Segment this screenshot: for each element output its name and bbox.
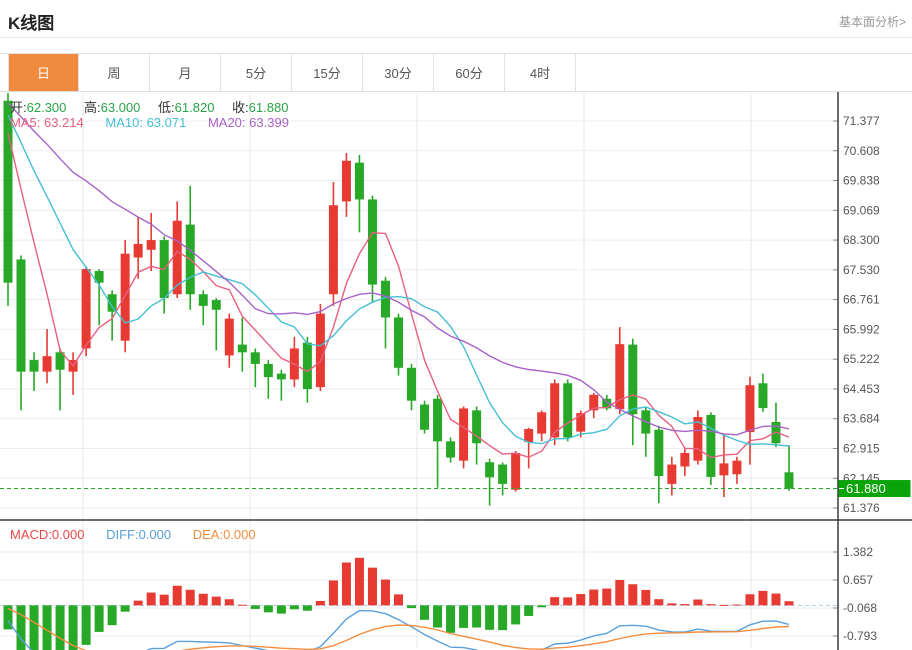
svg-text:61.376: 61.376: [843, 501, 880, 515]
svg-text:-0.068: -0.068: [843, 601, 877, 615]
svg-text:-0.793: -0.793: [843, 629, 877, 643]
svg-text:65.992: 65.992: [843, 322, 880, 336]
kline-chart[interactable]: 71.377 70.608 69.838 69.069 68.300 67.530 66.7…: [0, 0, 912, 650]
svg-text:67.530: 67.530: [843, 263, 880, 277]
svg-text:70.608: 70.608: [843, 144, 880, 158]
svg-text:69.838: 69.838: [843, 174, 880, 188]
svg-text:71.377: 71.377: [843, 114, 880, 128]
svg-text:66.761: 66.761: [843, 293, 880, 307]
svg-text:69.069: 69.069: [843, 203, 880, 217]
svg-text:62.915: 62.915: [843, 441, 880, 455]
svg-text:1.382: 1.382: [843, 545, 873, 559]
svg-text:61.880: 61.880: [846, 481, 886, 496]
svg-text:63.684: 63.684: [843, 412, 880, 426]
svg-text:65.222: 65.222: [843, 352, 880, 366]
last-price-badge: 61.880: [839, 480, 911, 497]
kline-page: K线图 基本面分析> 日 周 月 5分 15分 30分 60分 4时 71.37…: [0, 0, 912, 650]
svg-text:0.657: 0.657: [843, 573, 873, 587]
svg-text:64.453: 64.453: [843, 382, 880, 396]
svg-text:68.300: 68.300: [843, 233, 880, 247]
